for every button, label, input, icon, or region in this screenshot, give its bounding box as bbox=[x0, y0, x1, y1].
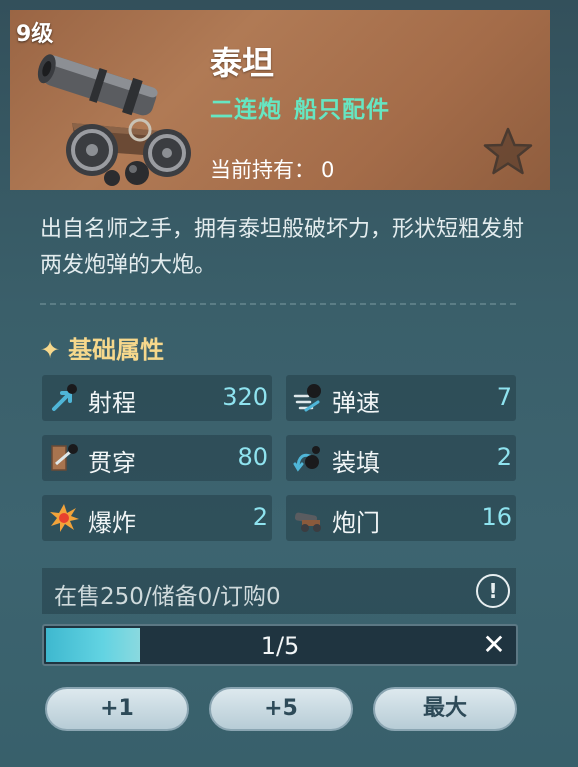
max-button[interactable]: 最大 bbox=[373, 687, 517, 731]
quantity-display: 1/5 bbox=[260, 632, 300, 660]
stat-projectile-speed: 弹速 7 bbox=[286, 375, 516, 421]
stat-value: 16 bbox=[481, 503, 512, 531]
stat-value: 2 bbox=[252, 503, 268, 531]
reload-icon bbox=[293, 446, 320, 472]
cannon-ports-icon bbox=[294, 512, 321, 532]
stat-label: 弹速 bbox=[332, 389, 380, 417]
stat-label: 炮门 bbox=[332, 509, 380, 537]
explosion-icon bbox=[50, 504, 79, 532]
stat-value: 80 bbox=[237, 443, 268, 471]
divider bbox=[40, 303, 516, 305]
stat-range: 射程 320 bbox=[42, 375, 272, 421]
stat-penetration: 贯穿 80 bbox=[42, 435, 272, 481]
stat-label: 装填 bbox=[332, 449, 380, 477]
stat-label: 贯穿 bbox=[88, 449, 136, 477]
owned-value: 0 bbox=[321, 158, 335, 182]
item-tag-category: 船只配件 bbox=[294, 97, 390, 123]
stock-info: 在售250/储备0/订购0 ! bbox=[42, 568, 516, 614]
projectile-speed-icon bbox=[293, 384, 321, 412]
item-tag-type: 二连炮 bbox=[210, 97, 282, 123]
favorite-star-icon[interactable] bbox=[482, 126, 534, 178]
cannon-icon bbox=[37, 54, 191, 186]
quantity-slider[interactable]: 1/5 ✕ bbox=[42, 624, 518, 666]
item-tags: 二连炮 船只配件 bbox=[210, 90, 390, 124]
stat-value: 2 bbox=[496, 443, 512, 471]
info-icon[interactable]: ! bbox=[476, 574, 510, 608]
sparkle-icon: ✦ bbox=[40, 336, 61, 364]
item-description: 出自名师之手，拥有泰坦般破坏力，形状短粗发射两发炮弹的大炮。 bbox=[40, 217, 525, 278]
stat-label: 爆炸 bbox=[88, 509, 136, 537]
plus-one-button[interactable]: +1 bbox=[45, 687, 189, 731]
stat-cannon-ports: 炮门 16 bbox=[286, 495, 516, 541]
owned-count: 当前持有： 0 bbox=[210, 154, 334, 184]
plus-five-button[interactable]: +5 bbox=[209, 687, 353, 731]
item-name: 泰坦 bbox=[210, 44, 275, 82]
item-header: 9级 泰坦 二连炮 船只配件 当前持有： 0 bbox=[10, 10, 550, 190]
stock-text: 在售250/储备0/订购0 bbox=[54, 584, 281, 610]
stat-reload: 装填 2 bbox=[286, 435, 516, 481]
penetration-icon bbox=[51, 444, 78, 471]
stat-value: 320 bbox=[222, 383, 268, 411]
section-basic-attributes: ✦ 基础属性 bbox=[40, 330, 164, 365]
stat-explosion: 爆炸 2 bbox=[42, 495, 272, 541]
owned-label: 当前持有： bbox=[210, 158, 315, 182]
stat-value: 7 bbox=[496, 383, 512, 411]
clear-quantity-icon[interactable]: ✕ bbox=[478, 628, 510, 662]
range-icon bbox=[52, 384, 77, 411]
stat-label: 射程 bbox=[88, 389, 136, 417]
section-title: 基础属性 bbox=[68, 336, 165, 364]
